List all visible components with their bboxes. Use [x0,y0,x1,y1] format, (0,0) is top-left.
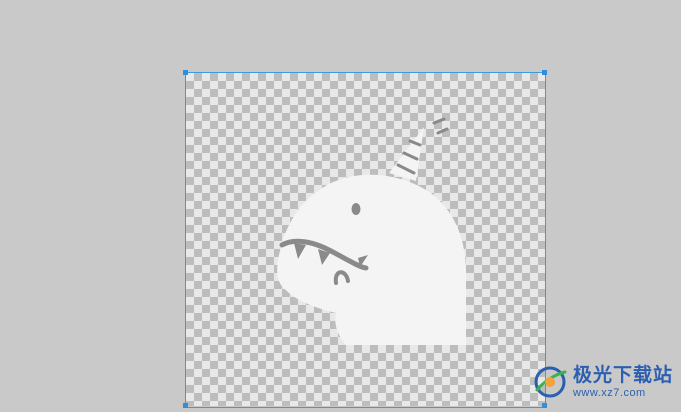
dinosaur-eye [351,203,361,215]
resize-handle-top-left[interactable] [183,70,188,75]
watermark-site-name: 极光下载站 [572,363,673,386]
dinosaur-body [277,174,466,345]
resize-handle-bottom-left[interactable] [183,403,188,408]
site-watermark: 极光下载站 www.xz7.com [531,364,673,400]
hat-pompom-1 [432,117,446,125]
watermark-logo-icon [534,366,567,398]
hat-pompom-2 [436,127,449,135]
editor-canvas[interactable] [0,0,681,412]
resize-handle-bottom-right[interactable] [542,403,547,408]
dinosaur-party-hat-icon[interactable] [186,73,545,406]
resize-handle-top-right[interactable] [542,70,547,75]
watermark-url: www.xz7.com [572,386,646,399]
